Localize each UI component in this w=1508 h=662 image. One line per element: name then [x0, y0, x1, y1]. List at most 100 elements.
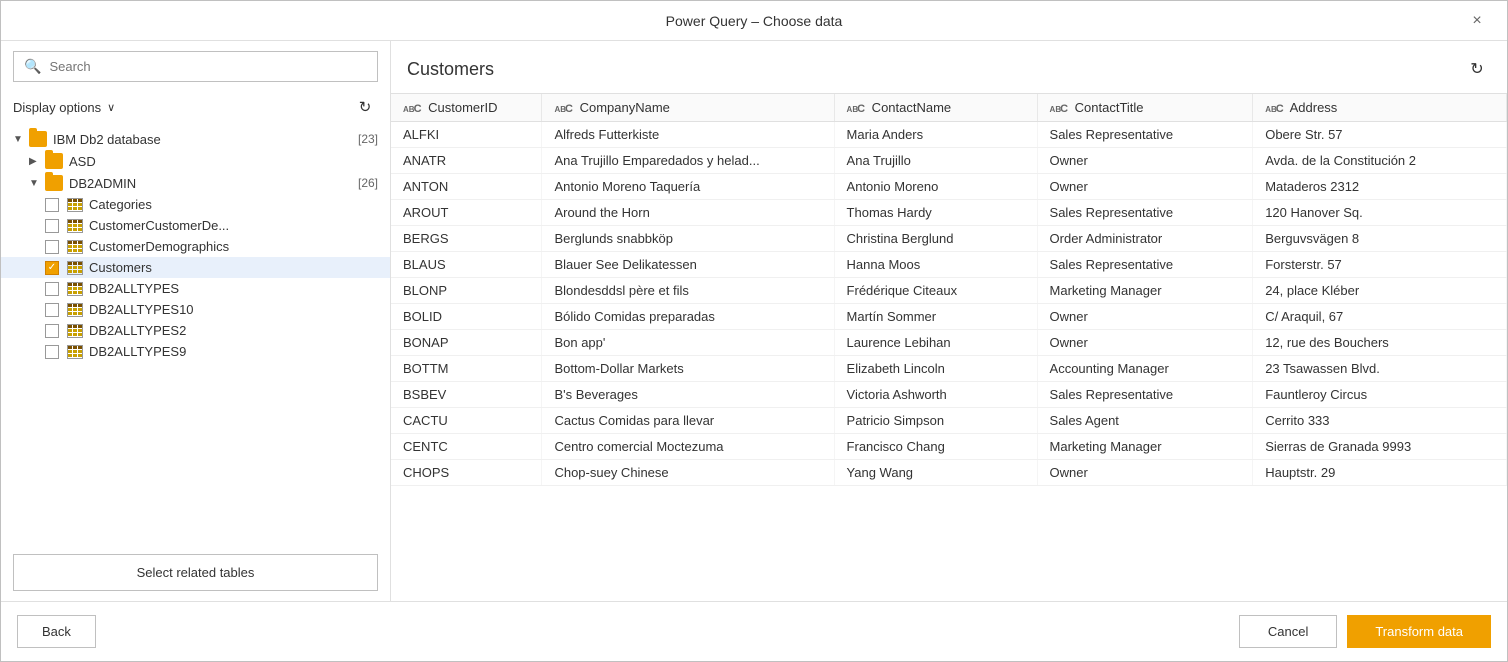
tree-item-customers[interactable]: Customers — [1, 257, 390, 278]
search-input[interactable] — [49, 59, 367, 74]
table-cell: Martín Sommer — [834, 304, 1037, 330]
back-button[interactable]: Back — [17, 615, 96, 648]
table-cell: BONAP — [391, 330, 542, 356]
table-cell: Sales Representative — [1037, 200, 1253, 226]
tree-label-asd: ASD — [69, 154, 378, 169]
table-cell: Order Administrator — [1037, 226, 1253, 252]
data-table: ABC CustomerID ABC CompanyName ABC Conta… — [391, 94, 1507, 486]
table-cell: Cerrito 333 — [1253, 408, 1507, 434]
table-cell: CENTC — [391, 434, 542, 460]
table-icon-customerdemographics — [67, 240, 83, 254]
table-cell: Thomas Hardy — [834, 200, 1037, 226]
table-cell: Berguvsvägen 8 — [1253, 226, 1507, 252]
refresh-button-left[interactable]: ↻ — [352, 94, 378, 120]
table-cell: Sales Representative — [1037, 122, 1253, 148]
checkbox-categories[interactable] — [45, 198, 59, 212]
tree-item-db2alltypes2[interactable]: DB2ALLTYPES2 — [1, 320, 390, 341]
table-cell: Berglunds snabbköp — [542, 226, 834, 252]
table-cell: Around the Horn — [542, 200, 834, 226]
tree-item-customerdemographics[interactable]: CustomerDemographics — [1, 236, 390, 257]
refresh-button-right[interactable]: ↻ — [1463, 55, 1491, 83]
checkbox-db2alltypes2[interactable] — [45, 324, 59, 338]
table-cell: Mataderos 2312 — [1253, 174, 1507, 200]
table-cell: Yang Wang — [834, 460, 1037, 486]
table-cell: Owner — [1037, 174, 1253, 200]
footer: Back Cancel Transform data — [1, 601, 1507, 661]
tree-label-db2alltypes9: DB2ALLTYPES9 — [89, 344, 378, 359]
table-cell: 12, rue des Bouchers — [1253, 330, 1507, 356]
transform-data-button[interactable]: Transform data — [1347, 615, 1491, 648]
table-cell: Ana Trujillo Emparedados y helad... — [542, 148, 834, 174]
table-cell: Owner — [1037, 304, 1253, 330]
tree-item-db2admin[interactable]: ▼ DB2ADMIN [26] — [1, 172, 390, 194]
table-cell: Elizabeth Lincoln — [834, 356, 1037, 382]
main-content: 🔍 Display options ∨ ↻ ▼ IBM Db2 database — [1, 41, 1507, 601]
table-row: BOLIDBólido Comidas preparadasMartín Som… — [391, 304, 1507, 330]
table-cell: Alfreds Futterkiste — [542, 122, 834, 148]
table-cell: Marketing Manager — [1037, 434, 1253, 460]
tree-item-customercustomerde[interactable]: CustomerCustomerDe... — [1, 215, 390, 236]
table-cell: Hanna Moos — [834, 252, 1037, 278]
table-cell: Christina Berglund — [834, 226, 1037, 252]
tree-item-categories[interactable]: Categories — [1, 194, 390, 215]
table-cell: ANTON — [391, 174, 542, 200]
table-cell: AROUT — [391, 200, 542, 226]
tree-label-ibm-db2: IBM Db2 database — [53, 132, 352, 147]
tree-label-db2alltypes: DB2ALLTYPES — [89, 281, 378, 296]
footer-right-buttons: Cancel Transform data — [1239, 615, 1491, 648]
checkbox-db2alltypes10[interactable] — [45, 303, 59, 317]
folder-icon-root — [29, 131, 47, 147]
table-icon-categories — [67, 198, 83, 212]
data-table-container[interactable]: ABC CustomerID ABC CompanyName ABC Conta… — [391, 93, 1507, 601]
checkbox-customers[interactable] — [45, 261, 59, 275]
tree-item-ibm-db2[interactable]: ▼ IBM Db2 database [23] — [1, 128, 390, 150]
table-cell: Victoria Ashworth — [834, 382, 1037, 408]
table-cell: BSBEV — [391, 382, 542, 408]
table-header: ABC CustomerID ABC CompanyName ABC Conta… — [391, 94, 1507, 122]
collapse-arrow-db2admin: ▼ — [29, 178, 45, 189]
table-row: ANATRAna Trujillo Emparedados y helad...… — [391, 148, 1507, 174]
dialog-title: Power Query – Choose data — [45, 13, 1463, 29]
checkbox-db2alltypes9[interactable] — [45, 345, 59, 359]
display-options-button[interactable]: Display options ∨ — [13, 100, 115, 115]
cancel-button[interactable]: Cancel — [1239, 615, 1337, 648]
col-header-contacttitle[interactable]: ABC ContactTitle — [1037, 94, 1253, 122]
table-row: BERGSBerglunds snabbköpChristina Berglun… — [391, 226, 1507, 252]
table-row: CENTCCentro comercial MoctezumaFrancisco… — [391, 434, 1507, 460]
table-cell: Forsterstr. 57 — [1253, 252, 1507, 278]
checkbox-customercustomerde[interactable] — [45, 219, 59, 233]
table-row: BONAPBon app'Laurence LebihanOwner12, ru… — [391, 330, 1507, 356]
table-cell: 23 Tsawassen Blvd. — [1253, 356, 1507, 382]
table-icon-db2alltypes — [67, 282, 83, 296]
col-header-address[interactable]: ABC Address — [1253, 94, 1507, 122]
table-row: ALFKIAlfreds FutterkisteMaria AndersSale… — [391, 122, 1507, 148]
col-header-contactname[interactable]: ABC ContactName — [834, 94, 1037, 122]
type-icon-contactname: ABC — [847, 103, 865, 115]
checkbox-customerdemographics[interactable] — [45, 240, 59, 254]
tree-container[interactable]: ▼ IBM Db2 database [23] ▶ ASD ▼ DB2ADMIN — [1, 128, 390, 544]
table-cell: Avda. de la Constitución 2 — [1253, 148, 1507, 174]
close-button[interactable]: × — [1463, 7, 1491, 35]
tree-item-db2alltypes[interactable]: DB2ALLTYPES — [1, 278, 390, 299]
tree-item-db2alltypes10[interactable]: DB2ALLTYPES10 — [1, 299, 390, 320]
col-header-companyname[interactable]: ABC CompanyName — [542, 94, 834, 122]
table-cell: Owner — [1037, 460, 1253, 486]
table-cell: BOTTM — [391, 356, 542, 382]
tree-item-asd[interactable]: ▶ ASD — [1, 150, 390, 172]
tree-label-customers: Customers — [89, 260, 378, 275]
table-cell: Bottom-Dollar Markets — [542, 356, 834, 382]
type-icon-contacttitle: ABC — [1050, 103, 1068, 115]
table-cell: Cactus Comidas para llevar — [542, 408, 834, 434]
table-cell: Sierras de Granada 9993 — [1253, 434, 1507, 460]
table-cell: 24, place Kléber — [1253, 278, 1507, 304]
table-body: ALFKIAlfreds FutterkisteMaria AndersSale… — [391, 122, 1507, 486]
type-icon-customerid: ABC — [403, 103, 421, 115]
col-header-customerid[interactable]: ABC CustomerID — [391, 94, 542, 122]
table-row: CACTUCactus Comidas para llevarPatricio … — [391, 408, 1507, 434]
table-cell: Frédérique Citeaux — [834, 278, 1037, 304]
tree-item-db2alltypes9[interactable]: DB2ALLTYPES9 — [1, 341, 390, 362]
select-related-tables-button[interactable]: Select related tables — [13, 554, 378, 591]
checkbox-db2alltypes[interactable] — [45, 282, 59, 296]
table-cell: Fauntleroy Circus — [1253, 382, 1507, 408]
table-icon-db2alltypes9 — [67, 345, 83, 359]
